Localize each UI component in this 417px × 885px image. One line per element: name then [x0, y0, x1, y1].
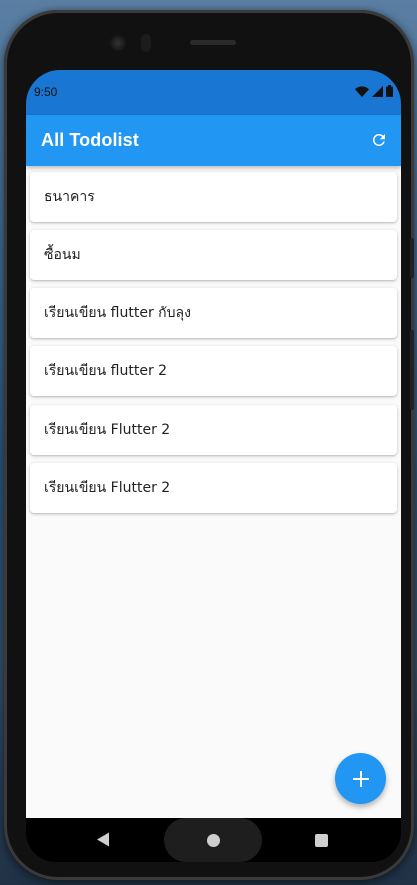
- recents-icon[interactable]: [315, 834, 328, 847]
- add-todo-button[interactable]: [335, 753, 386, 804]
- status-bar: 9:50: [26, 70, 401, 115]
- list-item[interactable]: ซื้อนม: [30, 230, 397, 280]
- volume-button: [410, 238, 414, 278]
- todo-title: ธนาคาร: [44, 189, 95, 205]
- todo-title: เรียนเขียน Flutter 2: [44, 422, 171, 438]
- list-item[interactable]: เรียนเขียน Flutter 2: [30, 405, 397, 455]
- status-icons: [355, 85, 393, 97]
- todo-title: เรียนเขียน flutter กับลุง: [44, 305, 191, 321]
- earpiece-speaker: [190, 40, 236, 45]
- list-item[interactable]: ธนาคาร: [30, 172, 397, 222]
- todo-title: ซื้อนม: [44, 247, 81, 263]
- status-time: 9:50: [34, 85, 58, 99]
- signal-icon: [372, 85, 383, 97]
- proximity-sensor: [141, 34, 151, 52]
- refresh-icon: [372, 133, 385, 146]
- phone-frame: 9:50 All Todolist ธนาคาร ซื้อนม เรียนเขี…: [4, 10, 414, 880]
- add-icon: [352, 770, 369, 787]
- home-icon[interactable]: [207, 834, 220, 847]
- app-bar: All Todolist: [26, 115, 401, 166]
- refresh-button[interactable]: [367, 128, 391, 152]
- page-title: All Todolist: [41, 130, 139, 150]
- list-item[interactable]: เรียนเขียน flutter กับลุง: [30, 288, 397, 338]
- battery-icon: [386, 85, 393, 97]
- wifi-icon: [355, 85, 369, 97]
- todo-title: เรียนเขียน flutter 2: [44, 363, 168, 379]
- list-item[interactable]: เรียนเขียน Flutter 2: [30, 463, 397, 513]
- front-camera-icon: [110, 35, 126, 51]
- back-icon[interactable]: [96, 832, 110, 847]
- device-screen: 9:50 All Todolist ธนาคาร ซื้อนม เรียนเขี…: [26, 70, 401, 862]
- todo-list-area[interactable]: ธนาคาร ซื้อนม เรียนเขียน flutter กับลุง …: [26, 166, 401, 818]
- todo-title: เรียนเขียน Flutter 2: [44, 480, 171, 496]
- system-nav-bar: [26, 818, 401, 862]
- power-button: [410, 330, 414, 410]
- list-item[interactable]: เรียนเขียน flutter 2: [30, 346, 397, 396]
